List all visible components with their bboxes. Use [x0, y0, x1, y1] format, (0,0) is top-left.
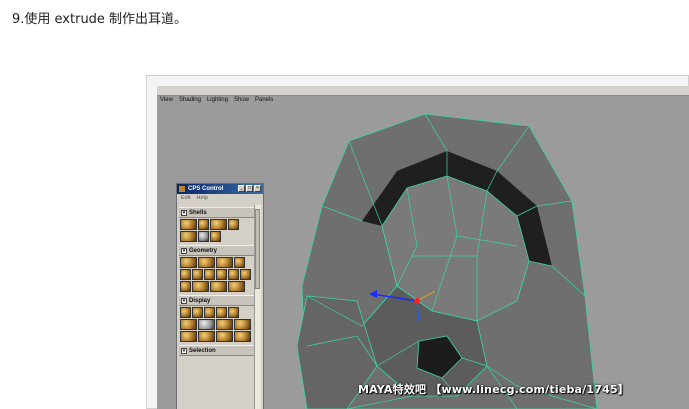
cps-titlebar[interactable]: CPS Control _ □ × [177, 184, 263, 194]
cps-menu-edit[interactable]: Edit [181, 194, 190, 203]
tool-geometry-icon[interactable] [192, 281, 209, 292]
maximize-icon[interactable]: □ [246, 185, 253, 192]
display-tools [179, 306, 255, 343]
tool-geometry-icon[interactable] [192, 269, 203, 280]
collapse-icon[interactable]: ▾ [181, 347, 187, 354]
tool-geometry-icon[interactable] [180, 269, 191, 280]
shells-tools [179, 218, 255, 243]
tool-display-icon[interactable] [216, 331, 233, 342]
tool-display-icon[interactable] [198, 331, 215, 342]
tool-display-icon[interactable] [180, 319, 197, 330]
tool-geometry-icon[interactable] [228, 269, 239, 280]
tool-display-icon[interactable] [216, 307, 227, 318]
maya-viewport[interactable]: View Shading Lighting Show Panels CPS Co… [157, 86, 689, 409]
tool-shell-icon[interactable] [210, 219, 227, 230]
tool-display-icon[interactable] [228, 307, 239, 318]
maya-app-icon [179, 186, 185, 192]
step-caption: 9.使用 extrude 制作出耳道。 [12, 12, 188, 27]
section-selection[interactable]: ▾ Selection [179, 345, 255, 356]
tool-geometry-icon[interactable] [204, 269, 215, 280]
cps-scrollbar[interactable] [254, 205, 261, 409]
tool-display-icon[interactable] [234, 331, 251, 342]
tool-display-icon[interactable] [216, 319, 233, 330]
tool-display-icon[interactable] [234, 319, 251, 330]
tool-display-icon[interactable] [198, 319, 215, 330]
tool-geometry-icon[interactable] [216, 269, 227, 280]
close-icon[interactable]: × [254, 185, 261, 192]
tool-geometry-icon[interactable] [210, 281, 227, 292]
tool-display-icon[interactable] [180, 331, 197, 342]
tool-geometry-icon[interactable] [228, 281, 245, 292]
section-shells[interactable]: ▾ Shells [179, 207, 255, 218]
tool-geometry-icon[interactable] [234, 257, 245, 268]
watermark: MAYA特效吧 【www.linecg.com/tieba/1745】 [358, 383, 630, 396]
tool-shell-icon[interactable] [198, 219, 209, 230]
minimize-icon[interactable]: _ [238, 185, 245, 192]
tool-geometry-icon[interactable] [180, 281, 191, 292]
cps-menu-help[interactable]: Help [196, 194, 207, 203]
section-selection-label: Selection [189, 347, 216, 354]
geometry-tools [179, 256, 255, 293]
tool-display-icon[interactable] [192, 307, 203, 318]
section-geometry-label: Geometry [189, 247, 218, 254]
section-display-label: Display [189, 297, 211, 304]
section-display[interactable]: ▾ Display [179, 295, 255, 306]
section-shells-label: Shells [189, 209, 207, 216]
cps-scroll-thumb[interactable] [255, 209, 260, 289]
cps-control-window[interactable]: CPS Control _ □ × Edit Help ▾ Shells ▾ G… [176, 183, 264, 409]
collapse-icon[interactable]: ▾ [181, 297, 187, 304]
tool-geometry-icon[interactable] [180, 257, 197, 268]
cps-menubar: Edit Help [177, 194, 263, 203]
tool-shell-icon[interactable] [198, 231, 209, 242]
section-geometry[interactable]: ▾ Geometry [179, 245, 255, 256]
viewport-menubar: View Shading Lighting Show Panels [157, 86, 689, 103]
collapse-icon[interactable]: ▾ [181, 209, 187, 216]
cps-sections: ▾ Shells ▾ Geometry ▾ Display ▾ Selectio… [179, 205, 255, 409]
tool-shell-icon[interactable] [228, 219, 239, 230]
tool-shell-icon[interactable] [180, 231, 197, 242]
tool-geometry-icon[interactable] [240, 269, 251, 280]
tool-geometry-icon[interactable] [216, 257, 233, 268]
tool-geometry-icon[interactable] [198, 257, 215, 268]
tool-shell-icon[interactable] [180, 219, 197, 230]
collapse-icon[interactable]: ▾ [181, 247, 187, 254]
tool-display-icon[interactable] [204, 307, 215, 318]
tool-display-icon[interactable] [180, 307, 191, 318]
tool-shell-icon[interactable] [210, 231, 221, 242]
